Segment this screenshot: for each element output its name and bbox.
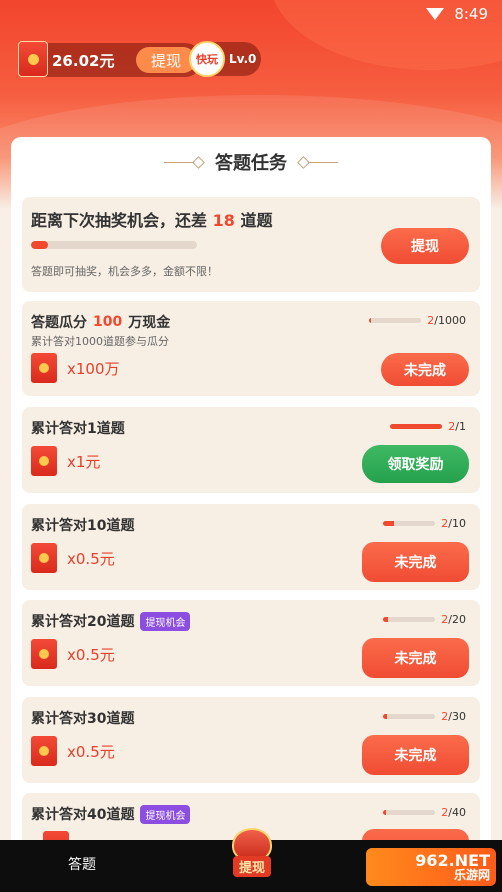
task-reward: x1元 <box>31 446 100 476</box>
panel-header: 答题任务 <box>11 137 491 187</box>
task-progress-fill <box>390 424 443 429</box>
task-progress-bar <box>383 617 436 622</box>
nav-tab-quiz[interactable]: 答题 <box>68 854 96 874</box>
red-packet-icon <box>31 446 57 476</box>
lottery-subtitle: 答题即可抽奖，机会多多，金额不限！ <box>31 265 218 278</box>
level-label: Lv.0 <box>229 52 257 66</box>
task-progress-bar <box>383 714 436 719</box>
red-packet-icon <box>31 639 57 669</box>
withdraw-chance-badge: 提现机会 <box>140 804 191 824</box>
task-reward-value: x1元 <box>67 452 101 471</box>
task-progress: 2/20 <box>383 613 466 626</box>
red-packet-icon <box>31 353 57 383</box>
panel-title: 答题任务 <box>215 153 287 174</box>
task-progress-fill <box>383 714 387 719</box>
task-progress-fill <box>369 318 371 323</box>
task-progress-count: 2/20 <box>441 613 466 626</box>
incomplete-button[interactable]: 未完成 <box>381 353 469 386</box>
task-progress-count: 2/30 <box>441 710 466 723</box>
red-packet-icon <box>31 736 57 766</box>
task-progress-bar <box>383 521 436 526</box>
level-pill[interactable]: 快玩 Lv.0 <box>189 41 261 77</box>
task-progress-count: 2/10 <box>441 517 466 530</box>
task-progress: 2/1 <box>390 420 466 433</box>
task-card: 累计答对10道题 2/10 x0.5元 未完成 <box>22 504 480 590</box>
app-logo: 快玩 <box>189 41 225 77</box>
task-progress-fill <box>383 521 394 526</box>
lottery-title: 距离下次抽奖机会，还差 18 道题 <box>31 211 273 230</box>
task-card: 累计答对20道题 提现机会 2/20 x0.5元 未完成 <box>22 600 480 686</box>
task-progress-fill <box>383 617 389 622</box>
task-reward-value: x0.5元 <box>67 742 115 761</box>
task-panel: 答题任务 距离下次抽奖机会，还差 18 道题 答题即可抽奖，机会多多，金额不限！… <box>11 137 491 857</box>
task-progress-bar <box>390 424 443 429</box>
task-progress-fill <box>383 810 386 815</box>
task-progress: 2/10 <box>383 517 466 530</box>
task-progress: 2/1000 <box>369 314 466 327</box>
task-title: 累计答对40道题 提现机会 <box>31 804 191 824</box>
task-progress: 2/40 <box>383 806 466 819</box>
task-reward-value: x100万 <box>67 359 120 378</box>
lottery-card: 距离下次抽奖机会，还差 18 道题 答题即可抽奖，机会多多，金额不限！ 提现 <box>22 197 480 292</box>
task-progress-bar <box>383 810 436 815</box>
task-progress-bar <box>369 318 422 323</box>
task-progress-count: 2/40 <box>441 806 466 819</box>
task-reward-value: x0.5元 <box>67 549 115 568</box>
task-reward: x100万 <box>31 353 120 383</box>
task-title: 累计答对20道题 提现机会 <box>31 611 191 631</box>
claim-reward-button[interactable]: 领取奖励 <box>362 445 469 483</box>
wifi-icon <box>426 8 445 20</box>
lottery-progress-fill <box>31 241 48 249</box>
site-watermark: 962.NET 乐游网 <box>366 848 496 886</box>
incomplete-button[interactable]: 未完成 <box>362 542 469 582</box>
status-time: 8:49 <box>454 5 488 23</box>
nav-withdraw-label: 提现 <box>232 856 271 877</box>
task-subtitle: 累计答对1000道题参与瓜分 <box>31 335 169 348</box>
task-progress: 2/30 <box>383 710 466 723</box>
title-decoration-right <box>297 155 338 169</box>
red-packet-icon <box>18 41 48 77</box>
lottery-remaining: 18 <box>212 211 235 230</box>
task-card: 累计答对1道题 2/1 x1元 领取奖励 <box>22 407 480 493</box>
incomplete-button[interactable]: 未完成 <box>362 735 469 775</box>
title-decoration-left <box>164 155 205 169</box>
bottom-nav: 答题 提现 962.NET 乐游网 <box>0 828 502 892</box>
task-title: 累计答对30道题 <box>31 711 135 727</box>
task-progress-count: 2/1 <box>448 420 466 433</box>
red-packet-icon <box>31 543 57 573</box>
task-card: 累计答对30道题 2/30 x0.5元 未完成 <box>22 697 480 783</box>
balance-pill[interactable]: 26.02元 提现 <box>18 41 202 77</box>
withdraw-chance-badge: 提现机会 <box>140 611 191 631</box>
task-title: 累计答对1道题 <box>31 421 125 437</box>
task-card: 答题瓜分 100 万现金累计答对1000道题参与瓜分 2/1000 x100万 未完成 <box>22 301 480 396</box>
task-reward: x0.5元 <box>31 639 115 669</box>
header-withdraw-button[interactable]: 提现 <box>136 47 196 73</box>
task-reward-value: x0.5元 <box>67 645 115 664</box>
task-title: 累计答对10道题 <box>31 518 135 534</box>
status-bar: 8:49 <box>0 0 502 28</box>
incomplete-button[interactable]: 未完成 <box>362 638 469 678</box>
lottery-withdraw-button[interactable]: 提现 <box>381 228 469 264</box>
balance-amount: 26.02元 <box>52 51 115 70</box>
task-reward: x0.5元 <box>31 736 115 766</box>
lottery-progress-bar <box>31 241 197 249</box>
task-progress-count: 2/1000 <box>427 314 466 327</box>
nav-tab-withdraw[interactable]: 提现 <box>226 828 278 888</box>
task-reward: x0.5元 <box>31 543 115 573</box>
task-title: 答题瓜分 100 万现金 <box>31 314 171 331</box>
